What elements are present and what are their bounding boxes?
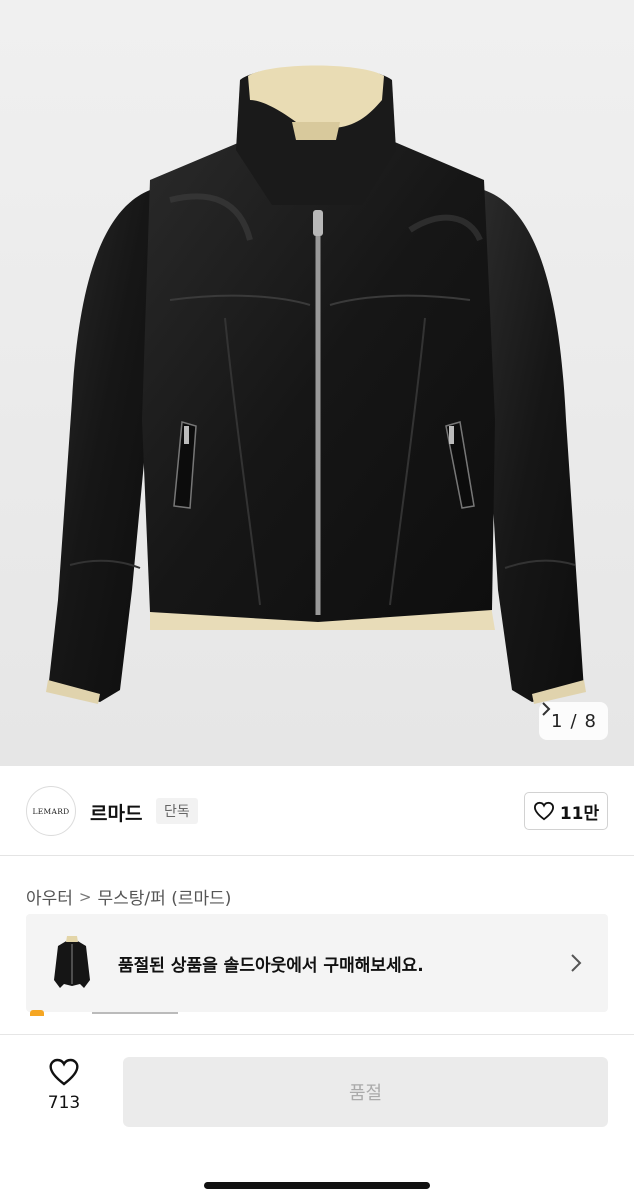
- heart-outline-icon: [533, 801, 554, 821]
- product-image-carousel[interactable]: 1 / 8: [0, 0, 634, 766]
- brand-name[interactable]: 르마드: [90, 799, 142, 826]
- counter-separator: /: [570, 710, 577, 732]
- star-rating-peek: [30, 1010, 44, 1016]
- exclusive-badge: 단독: [156, 798, 198, 824]
- brand-logo[interactable]: LEMARD: [26, 786, 76, 836]
- brand-logo-text: LEMARD: [32, 806, 70, 816]
- image-page-counter[interactable]: 1 / 8: [539, 702, 608, 740]
- soldout-button[interactable]: 품절: [123, 1057, 608, 1127]
- brand-like-count: 11만: [559, 803, 600, 824]
- counter-total: 8: [584, 710, 596, 732]
- chevron-right-icon: [571, 954, 582, 972]
- counter-current: 1: [551, 710, 563, 732]
- breadcrumb: 아우터 > 무스탕/퍼 (르마드): [26, 884, 232, 910]
- soldout-banner-text: 품절된 상품을 솔드아웃에서 구매해보세요.: [118, 955, 424, 976]
- chevron-right-icon: [542, 702, 551, 716]
- soldout-banner[interactable]: 품절된 상품을 솔드아웃에서 구매해보세요.: [26, 914, 608, 1012]
- wishlist-count: 713: [47, 1093, 81, 1113]
- bottom-action-bar: 713 품절: [0, 1034, 634, 1200]
- divider-peek: [92, 1012, 178, 1014]
- breadcrumb-item-mustang[interactable]: 무스탕/퍼 (르마드): [98, 884, 232, 909]
- brand-like-button[interactable]: 11만: [524, 792, 608, 830]
- product-image-jacket: [0, 0, 634, 766]
- banner-thumbnail: [44, 928, 100, 998]
- heart-outline-icon: [49, 1058, 79, 1086]
- home-indicator[interactable]: [204, 1182, 430, 1189]
- brand-row: LEMARD 르마드 단독 11만: [0, 766, 634, 856]
- breadcrumb-item-outer[interactable]: 아우터: [26, 884, 73, 909]
- breadcrumb-separator: >: [78, 887, 92, 906]
- wishlist-button[interactable]: 713: [30, 1057, 98, 1113]
